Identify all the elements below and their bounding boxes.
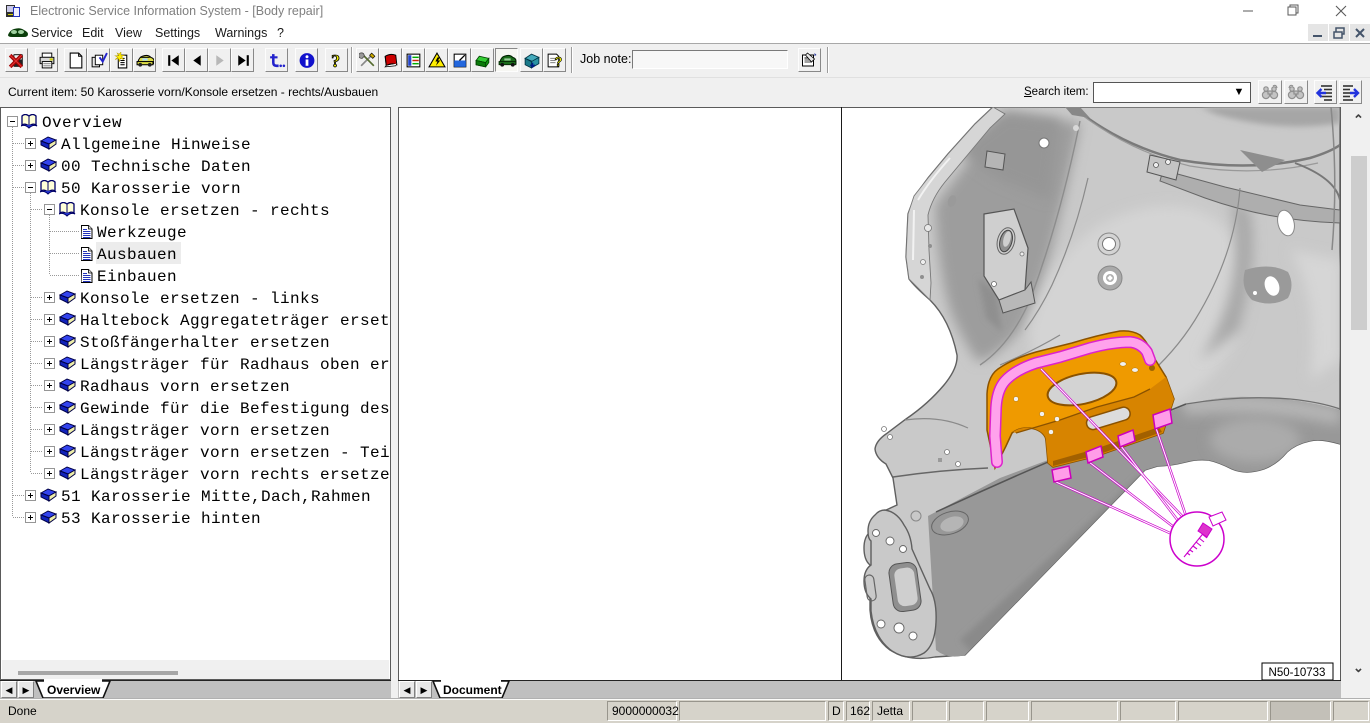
svg-text:?: ? (554, 55, 562, 69)
svg-text:N50-10733: N50-10733 (1269, 667, 1326, 679)
svg-text:?: ? (331, 52, 340, 69)
